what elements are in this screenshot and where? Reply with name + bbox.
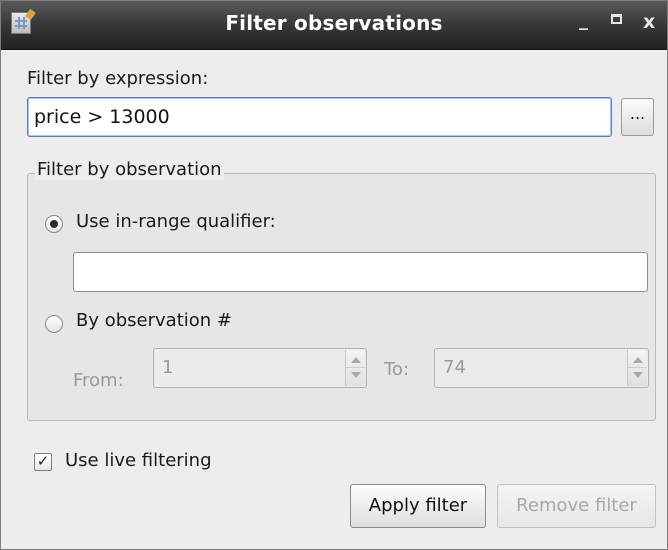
from-increment-icon[interactable] [351, 357, 361, 363]
in-range-qualifier-input[interactable] [73, 252, 648, 292]
from-decrement-icon[interactable] [351, 372, 361, 378]
by-observation-radio[interactable] [45, 315, 63, 333]
minimize-button[interactable]: _ [579, 10, 588, 31]
to-label: To: [384, 359, 410, 380]
to-value: 74 [443, 357, 466, 378]
filter-expression-input[interactable] [27, 97, 612, 137]
maximize-button[interactable] [611, 14, 622, 24]
close-button[interactable]: x [643, 11, 655, 33]
remove-filter-button[interactable]: Remove filter [497, 484, 656, 528]
spin-divider [346, 367, 365, 368]
filter-by-observation-title: Filter by observation [35, 159, 224, 180]
by-observation-label[interactable]: By observation # [76, 310, 232, 331]
to-spinbox[interactable]: 74 [434, 348, 649, 388]
live-filtering-checkbox[interactable]: ✓ [34, 453, 52, 471]
to-decrement-icon[interactable] [633, 372, 643, 378]
from-label: From: [73, 370, 124, 391]
from-value: 1 [162, 357, 174, 378]
filter-expression-label: Filter by expression: [27, 68, 209, 89]
in-range-radio[interactable] [45, 215, 63, 233]
apply-filter-button[interactable]: Apply filter [350, 484, 486, 528]
to-spin-arrows[interactable] [627, 350, 647, 386]
live-filtering-label[interactable]: Use live filtering [65, 450, 212, 471]
from-spinbox[interactable]: 1 [153, 348, 367, 388]
title-bar[interactable]: Filter observations _ x [1, 1, 667, 50]
window-title: Filter observations [225, 11, 443, 35]
from-spin-arrows[interactable] [345, 350, 365, 386]
in-range-label[interactable]: Use in-range qualifier: [76, 211, 276, 232]
filter-observations-dialog: Filter observations _ x Filter by expres… [0, 0, 668, 550]
to-increment-icon[interactable] [633, 357, 643, 363]
browse-expression-button[interactable]: ... [621, 98, 654, 136]
spin-divider [628, 367, 647, 368]
